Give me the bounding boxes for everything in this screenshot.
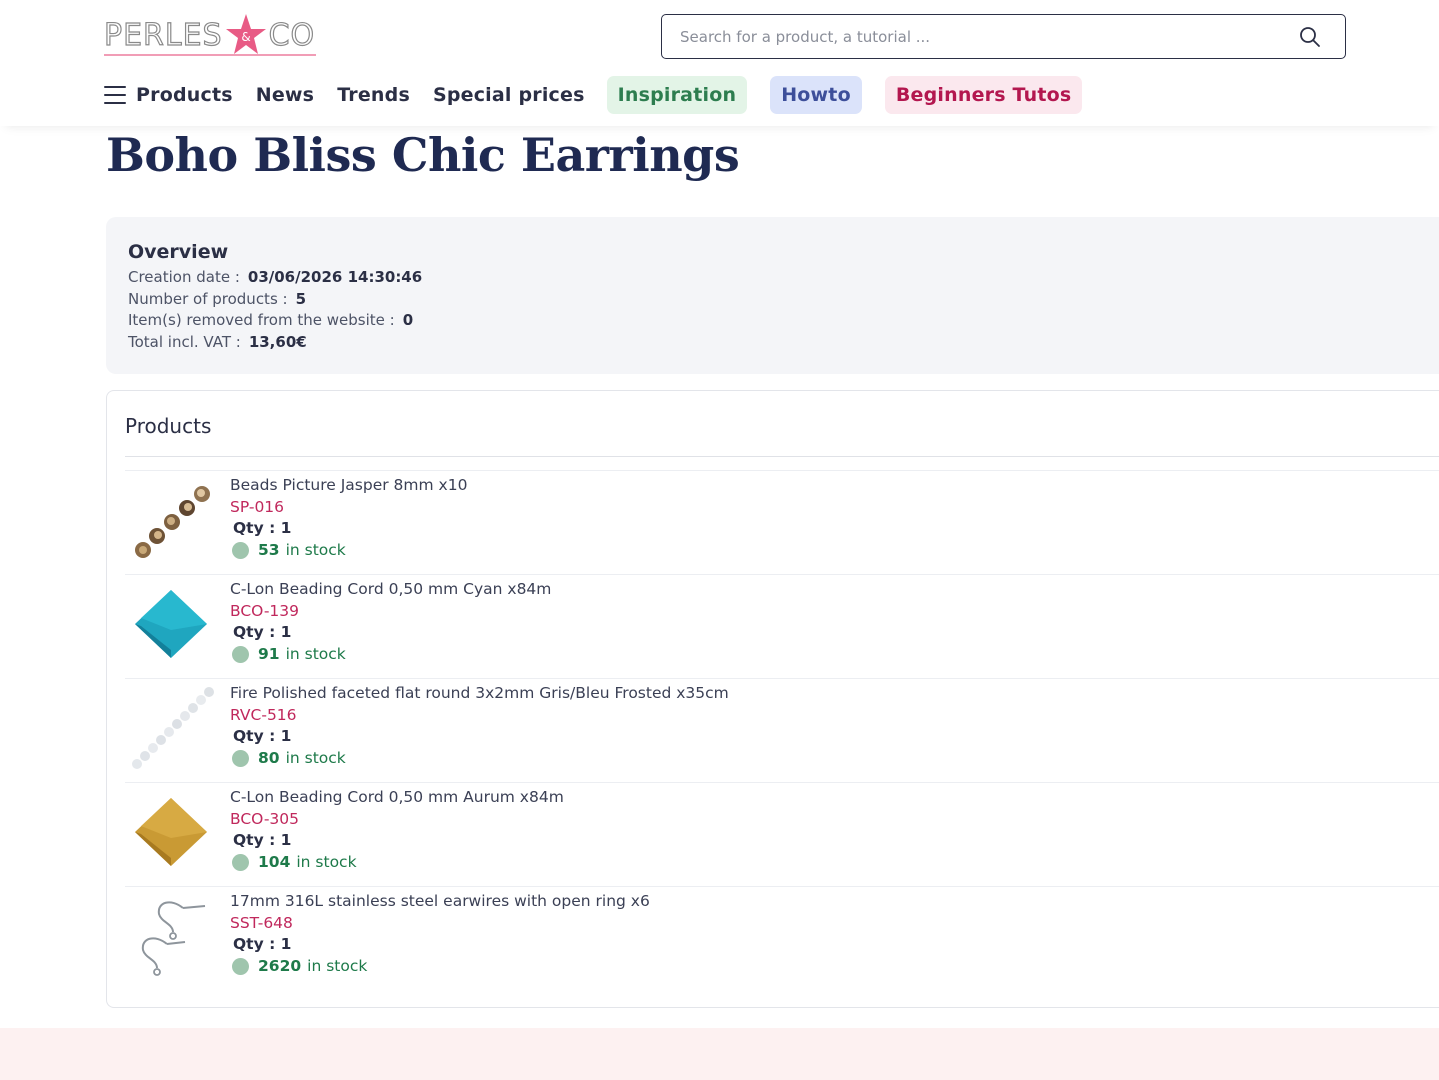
nav-item-products[interactable]: Products xyxy=(136,84,233,106)
product-ref: RVC-516 xyxy=(230,706,297,724)
product-row[interactable]: C-Lon Beading Cord 0,50 mm Aurum x84m BC… xyxy=(125,782,1439,886)
logo-star-icon: & xyxy=(225,12,267,58)
nav-pill-howto[interactable]: Howto xyxy=(770,76,862,114)
num-products-value: 5 xyxy=(295,289,307,308)
stock-count: 2620 xyxy=(258,957,302,975)
product-qty: Qty : 1 xyxy=(233,727,292,745)
stock-dot-icon xyxy=(232,645,249,663)
product-name[interactable]: Beads Picture Jasper 8mm x10 xyxy=(230,476,467,494)
page-title: Boho Bliss Chic Earrings xyxy=(106,128,740,182)
total-row: Total incl. VAT : 13,60€ xyxy=(128,332,1417,354)
stock-count: 80 xyxy=(258,749,280,767)
product-row[interactable]: C-Lon Beading Cord 0,50 mm Cyan x84m BCO… xyxy=(125,574,1439,678)
product-name[interactable]: C-Lon Beading Cord 0,50 mm Cyan x84m xyxy=(230,580,551,598)
nav-pill-inspiration[interactable]: Inspiration xyxy=(606,76,748,114)
product-ref: SP-016 xyxy=(230,498,285,516)
product-ref: BCO-305 xyxy=(230,810,299,828)
product-qty: Qty : 1 xyxy=(233,623,292,641)
search-box[interactable] xyxy=(661,14,1346,59)
total-label: Total incl. VAT : xyxy=(128,332,241,351)
product-name[interactable]: C-Lon Beading Cord 0,50 mm Aurum x84m xyxy=(230,788,564,806)
site-header: PERLES & CO Products News Trends Special… xyxy=(0,0,1439,126)
product-row[interactable]: Beads Picture Jasper 8mm x10 SP-016 Qty … xyxy=(125,470,1439,574)
product-ref: SST-648 xyxy=(230,914,293,932)
product-qty: Qty : 1 xyxy=(233,935,292,953)
stock-text: in stock xyxy=(296,853,357,871)
creation-date-row: Creation date : 03/06/2026 14:30:46 xyxy=(128,267,1417,289)
stock-text: in stock xyxy=(285,541,346,559)
product-stock: 91 in stock xyxy=(232,645,346,663)
logo-text-left: PERLES xyxy=(103,17,223,53)
removed-items-label: Item(s) removed from the website : xyxy=(128,311,395,329)
product-stock: 2620 in stock xyxy=(232,957,367,975)
product-row[interactable]: 17mm 316L stainless steel earwires with … xyxy=(125,886,1439,990)
creation-date-value: 03/06/2026 14:30:46 xyxy=(247,268,423,286)
products-panel: Products Beads Picture Jasper 8mm x10 SP… xyxy=(106,390,1439,1008)
product-name[interactable]: Fire Polished faceted flat round 3x2mm G… xyxy=(230,684,729,702)
removed-items-row: Item(s) removed from the website : 0 xyxy=(128,310,1417,332)
num-products-label: Number of products : xyxy=(128,289,288,308)
stock-text: in stock xyxy=(285,645,346,663)
products-heading: Products xyxy=(125,414,212,438)
stock-dot-icon xyxy=(232,957,249,975)
earwires-image[interactable] xyxy=(127,892,215,980)
stock-count: 104 xyxy=(258,853,291,871)
creation-date-label: Creation date : xyxy=(128,268,240,286)
overview-heading: Overview xyxy=(128,241,229,263)
products-divider xyxy=(125,456,1439,457)
product-name[interactable]: 17mm 316L stainless steel earwires with … xyxy=(230,892,650,910)
search-input[interactable] xyxy=(680,27,1280,46)
product-qty: Qty : 1 xyxy=(233,519,292,537)
logo-mark: & xyxy=(241,30,250,44)
nav-pill-beginners-tutos[interactable]: Beginners Tutos xyxy=(884,76,1083,114)
stock-dot-icon xyxy=(232,749,249,767)
product-row[interactable]: Fire Polished faceted flat round 3x2mm G… xyxy=(125,678,1439,782)
hamburger-menu-icon[interactable] xyxy=(104,86,126,104)
site-logo[interactable]: PERLES & CO xyxy=(103,10,319,60)
overview-panel: Overview Creation date : 03/06/2026 14:30… xyxy=(106,217,1439,374)
stock-count: 53 xyxy=(258,541,280,559)
main-nav: Products News Trends Special prices Insp… xyxy=(104,75,1105,115)
footer-band xyxy=(0,1028,1439,1080)
stock-dot-icon xyxy=(232,853,249,871)
product-ref: BCO-139 xyxy=(230,602,299,620)
logo-text-right: CO xyxy=(268,17,316,53)
num-products-row: Number of products : 5 xyxy=(128,289,1417,311)
nav-item-news[interactable]: News xyxy=(256,84,314,106)
product-stock: 80 in stock xyxy=(232,749,346,767)
product-qty: Qty : 1 xyxy=(233,831,292,849)
removed-items-value: 0 xyxy=(402,311,414,329)
nav-item-special-prices[interactable]: Special prices xyxy=(433,84,585,106)
frosted-beads-strand-image[interactable] xyxy=(127,684,215,772)
product-stock: 53 in stock xyxy=(232,541,346,559)
total-value: 13,60€ xyxy=(248,332,307,351)
product-stock: 104 in stock xyxy=(232,853,357,871)
stock-dot-icon xyxy=(232,541,249,559)
logo-underline xyxy=(104,54,316,56)
stock-text: in stock xyxy=(307,957,368,975)
search-icon[interactable] xyxy=(1299,26,1321,48)
stock-text: in stock xyxy=(285,749,346,767)
cyan-cord-spool-image[interactable] xyxy=(127,580,215,668)
aurum-cord-spool-image[interactable] xyxy=(127,788,215,876)
nav-item-trends[interactable]: Trends xyxy=(337,84,410,106)
stock-count: 91 xyxy=(258,645,280,663)
jasper-beads-image[interactable] xyxy=(127,476,215,564)
